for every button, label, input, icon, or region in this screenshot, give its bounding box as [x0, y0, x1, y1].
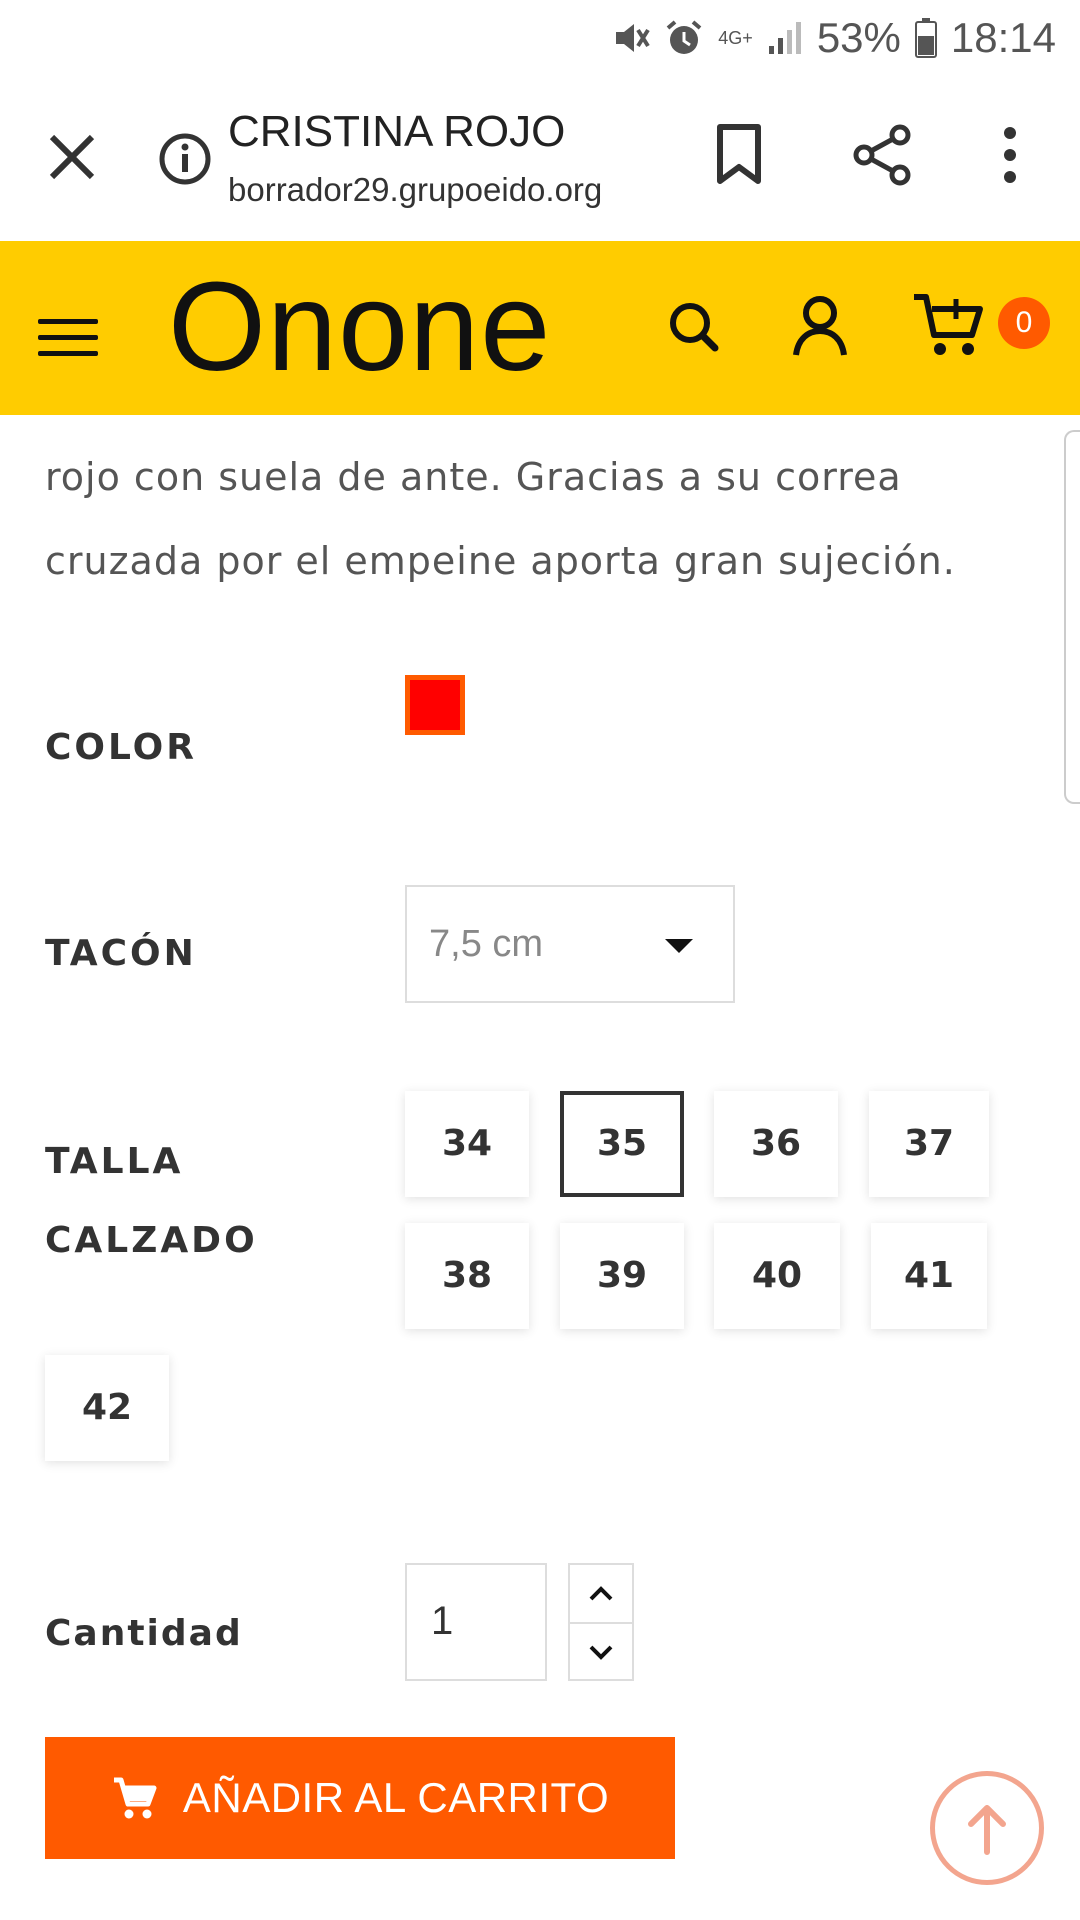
size-option-34[interactable]: 34	[405, 1091, 529, 1197]
chevron-down-icon	[589, 1645, 613, 1660]
status-bar: 4G+ 53% 18:14	[0, 0, 1080, 75]
site-info-icon[interactable]	[158, 132, 212, 190]
heel-select-value: 7,5 cm	[429, 923, 544, 965]
chevron-up-icon	[589, 1585, 613, 1600]
page-url[interactable]: borrador29.grupoeido.org	[228, 171, 602, 209]
site-logo[interactable]: Onone	[168, 257, 551, 397]
product-options: rojo con suela de ante. Gracias a su cor…	[0, 415, 1080, 1920]
heel-label: TACÓN	[45, 933, 197, 974]
heel-select[interactable]: 7,5 cm	[405, 885, 735, 1003]
site-header: Onone 0	[0, 241, 1080, 415]
page-title: CRISTINA ROJO	[228, 107, 566, 156]
cart-count-badge: 0	[998, 297, 1050, 349]
color-label: COLOR	[45, 727, 198, 768]
quantity-decrease-button[interactable]	[570, 1623, 632, 1680]
scrollbar[interactable]	[1064, 430, 1080, 804]
add-to-cart-label: AÑADIR AL CARRITO	[182, 1774, 610, 1821]
add-to-cart-button[interactable]: AÑADIR AL CARRITO	[45, 1737, 675, 1859]
status-icons: 4G+ 53% 18:14	[610, 10, 1056, 66]
size-option-38[interactable]: 38	[405, 1223, 529, 1329]
cart-icon[interactable]	[912, 289, 986, 363]
quantity-input[interactable]: 1	[405, 1563, 547, 1681]
clock: 18:14	[950, 14, 1056, 61]
alarm-icon	[664, 18, 704, 58]
more-options-icon[interactable]	[990, 123, 1030, 191]
size-option-35-selected[interactable]: 35	[560, 1091, 684, 1197]
network-type-icon: 4G+	[718, 28, 753, 48]
size-option-37[interactable]: 37	[869, 1091, 989, 1197]
quantity-stepper	[568, 1563, 634, 1681]
size-option-40[interactable]: 40	[714, 1223, 840, 1329]
quantity-label: Cantidad	[45, 1613, 243, 1654]
mute-icon	[610, 18, 650, 58]
battery-icon	[914, 18, 937, 58]
user-icon[interactable]	[790, 293, 850, 363]
color-swatch-red[interactable]	[405, 675, 465, 735]
browser-toolbar: CRISTINA ROJO borrador29.grupoeido.org	[0, 75, 1080, 243]
signal-icon	[767, 20, 803, 56]
size-option-41[interactable]: 41	[871, 1223, 987, 1329]
menu-icon[interactable]	[38, 319, 98, 363]
battery-percent: 53%	[816, 14, 901, 61]
chevron-down-icon	[665, 939, 693, 953]
product-description: rojo con suela de ante. Gracias a su cor…	[45, 455, 956, 583]
shopping-cart-icon	[113, 1777, 157, 1819]
size-option-39[interactable]: 39	[560, 1223, 684, 1329]
scroll-to-top-button[interactable]	[930, 1771, 1044, 1885]
size-label: TALLA CALZADO	[45, 1141, 258, 1261]
quantity-value: 1	[431, 1599, 454, 1643]
size-option-36[interactable]: 36	[714, 1091, 838, 1197]
bookmark-icon[interactable]	[712, 123, 766, 191]
close-tab-icon[interactable]	[42, 127, 102, 187]
arrow-up-icon	[968, 1805, 1006, 1855]
search-icon[interactable]	[664, 297, 724, 361]
size-option-42[interactable]: 42	[45, 1355, 169, 1461]
share-icon[interactable]	[850, 123, 914, 191]
quantity-increase-button[interactable]	[570, 1565, 632, 1624]
